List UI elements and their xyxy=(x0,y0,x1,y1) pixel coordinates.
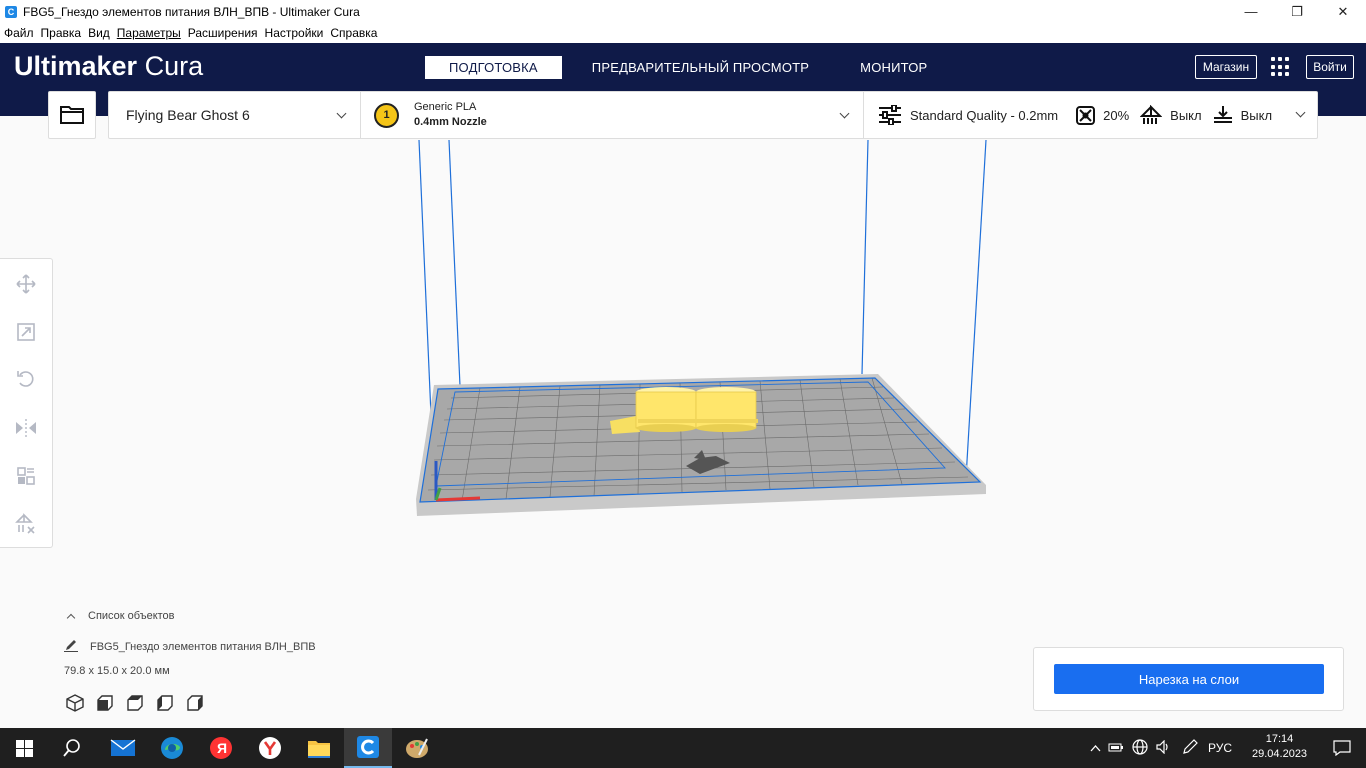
print-settings-selector[interactable]: Standard Quality - 0.2mm 20% Выкл Выкл xyxy=(864,92,1317,138)
stage-tabs: ПОДГОТОВКА ПРЕДВАРИТЕЛЬНЫЙ ПРОСМОТР МОНИ… xyxy=(425,56,951,79)
yandex-browser-icon[interactable]: Я xyxy=(197,728,245,768)
window-controls: — ❐ ✕ xyxy=(1228,0,1366,23)
window-titlebar: C FBG5_Гнездо элементов питания ВЛН_ВПВ … xyxy=(0,0,1366,23)
per-model-settings-icon[interactable] xyxy=(14,464,38,488)
view-3d-icon[interactable] xyxy=(64,692,86,714)
tab-prepare[interactable]: ПОДГОТОВКА xyxy=(425,56,562,79)
menu-extensions[interactable]: Расширения xyxy=(188,26,258,40)
chevron-up-icon[interactable] xyxy=(1086,741,1104,755)
axis-gizmo xyxy=(434,461,481,502)
object-list-label: Список объектов xyxy=(88,610,175,622)
network-globe-icon[interactable] xyxy=(1128,738,1152,758)
pen-icon[interactable] xyxy=(1176,738,1204,759)
print-setup-bar: Flying Bear Ghost 6 1 Generic PLA 0.4mm … xyxy=(108,91,1318,139)
battery-icon[interactable] xyxy=(1104,741,1128,756)
build-plate-grid xyxy=(427,377,969,502)
open-file-button[interactable] xyxy=(48,91,96,139)
windows-taskbar: Я РУС 17:14 29.04.2023 xyxy=(0,728,1366,768)
chevron-up-icon xyxy=(66,613,76,622)
chevron-down-icon xyxy=(839,108,850,119)
build-volume-outline xyxy=(418,139,987,479)
view-orientation-buttons xyxy=(64,692,214,714)
infill-value: 20% xyxy=(1103,107,1130,123)
slice-button[interactable]: Нарезка на слои xyxy=(1054,664,1324,694)
object-filename: FBG5_Гнездо элементов питания ВЛН_ВПВ xyxy=(90,640,316,653)
windows-start-icon[interactable] xyxy=(0,728,48,768)
view-top-icon[interactable] xyxy=(124,692,146,714)
signin-button[interactable]: Войти xyxy=(1306,55,1354,79)
paint-app-icon[interactable] xyxy=(393,728,441,768)
model-object[interactable] xyxy=(610,387,758,434)
svg-text:Я: Я xyxy=(217,740,227,756)
menu-edit[interactable]: Правка xyxy=(41,26,82,40)
folder-icon xyxy=(60,104,84,127)
tab-monitor[interactable]: МОНИТОР xyxy=(836,56,951,79)
menu-file[interactable]: Файл xyxy=(4,26,34,40)
applications-grid-icon[interactable] xyxy=(1271,57,1291,77)
material-selector[interactable]: 1 Generic PLA 0.4mm Nozzle xyxy=(361,92,864,138)
support-value: Выкл xyxy=(1170,107,1202,123)
window-title: FBG5_Гнездо элементов питания ВЛН_ВПВ - … xyxy=(23,4,360,19)
chevron-down-icon xyxy=(336,108,347,119)
minimize-button[interactable]: — xyxy=(1228,0,1274,23)
menu-settings[interactable]: Параметры xyxy=(117,26,181,40)
adhesion-icon xyxy=(1213,105,1233,125)
mail-icon[interactable] xyxy=(99,728,147,768)
file-explorer-icon[interactable] xyxy=(295,728,343,768)
material-name: Generic PLA xyxy=(414,101,477,113)
edge-browser-icon[interactable] xyxy=(148,728,196,768)
cura-app-icon: C xyxy=(5,5,17,18)
menu-preferences[interactable]: Настройки xyxy=(265,26,324,40)
support-blocker-icon[interactable] xyxy=(14,512,38,536)
object-list: Список объектов FBG5_Гнездо элементов пи… xyxy=(64,610,424,677)
quality-profile: Standard Quality - 0.2mm xyxy=(910,107,1059,123)
move-icon[interactable] xyxy=(14,272,38,296)
taskbar-clock[interactable]: 17:14 29.04.2023 xyxy=(1252,732,1307,762)
ultimaker-cura-logo: Ultimaker Cura xyxy=(14,51,204,81)
cura-taskbar-icon[interactable] xyxy=(344,728,392,768)
object-name-row[interactable]: FBG5_Гнездо элементов питания ВЛН_ВПВ xyxy=(64,638,424,655)
rotate-icon[interactable] xyxy=(14,367,38,391)
quality-sliders-icon xyxy=(878,105,902,125)
support-icon xyxy=(1140,105,1163,125)
input-language[interactable]: РУС xyxy=(1208,741,1232,755)
pencil-icon[interactable] xyxy=(64,638,78,655)
menu-help[interactable]: Справка xyxy=(330,26,377,40)
object-dimensions: 79.8 x 15.0 x 20.0 мм xyxy=(64,665,170,677)
chevron-down-icon xyxy=(1295,107,1306,118)
search-icon[interactable] xyxy=(48,728,96,768)
printer-selector[interactable]: Flying Bear Ghost 6 xyxy=(109,92,361,138)
build-plate xyxy=(416,374,986,516)
tool-sidebar xyxy=(0,258,53,548)
maximize-button[interactable]: ❐ xyxy=(1274,0,1320,23)
system-tray: РУС xyxy=(1086,728,1232,768)
volume-icon[interactable] xyxy=(1152,739,1176,757)
view-right-icon[interactable] xyxy=(184,692,206,714)
marketplace-button[interactable]: Магазин xyxy=(1195,55,1257,79)
yandex-icon[interactable] xyxy=(246,728,294,768)
menu-view[interactable]: Вид xyxy=(88,26,110,40)
extruder-badge: 1 xyxy=(374,102,399,128)
close-button[interactable]: ✕ xyxy=(1320,0,1366,23)
slice-panel: Нарезка на слои xyxy=(1033,647,1344,711)
mirror-icon[interactable] xyxy=(14,416,38,440)
infill-icon xyxy=(1076,105,1096,125)
nozzle-size: 0.4mm Nozzle xyxy=(414,116,487,128)
tab-preview[interactable]: ПРЕДВАРИТЕЛЬНЫЙ ПРОСМОТР xyxy=(562,56,836,79)
scale-icon[interactable] xyxy=(14,320,38,344)
view-left-icon[interactable] xyxy=(154,692,176,714)
printer-name: Flying Bear Ghost 6 xyxy=(126,107,250,123)
object-list-toggle[interactable]: Список объектов xyxy=(64,610,424,622)
menu-bar: Файл Правка Вид Параметры Расширения Нас… xyxy=(0,23,1366,43)
notifications-icon[interactable] xyxy=(1318,728,1366,768)
view-front-icon[interactable] xyxy=(94,692,116,714)
adhesion-value: Выкл xyxy=(1240,107,1273,123)
plate-logo xyxy=(686,450,730,474)
